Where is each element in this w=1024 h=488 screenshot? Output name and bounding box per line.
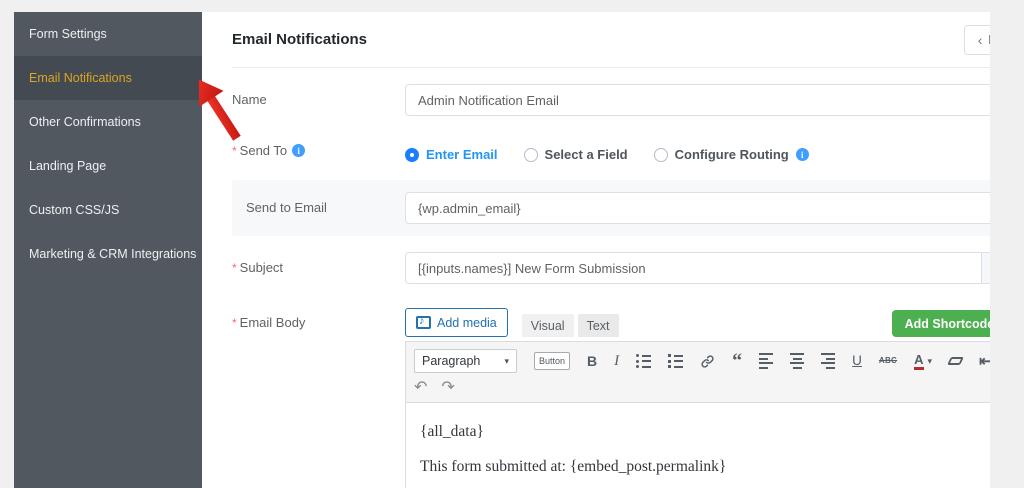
italic-icon[interactable]: I (614, 353, 619, 369)
send-to-radio-group: Enter Email Select a Field Configure Rou… (405, 143, 990, 162)
name-field-row: Name (232, 84, 990, 116)
bullet-list-icon[interactable] (636, 354, 652, 368)
align-right-icon[interactable] (821, 353, 836, 369)
subject-field-row: *Subject ⋯ (232, 252, 990, 284)
sidebar-item-other-confirmations[interactable]: Other Confirmations (14, 100, 202, 144)
editor-controls: Add media Visual Text Add Shortcodes ∨ (405, 308, 990, 337)
numbered-list-icon[interactable] (668, 354, 684, 368)
required-asterisk: * (232, 144, 237, 158)
panel-header: Email Notifications ‹ Back (232, 12, 990, 68)
send-to-field-row: * Send To i Enter Email Select a Field C… (232, 143, 990, 162)
radio-selected-icon (405, 147, 419, 162)
align-left-icon[interactable] (759, 353, 774, 369)
name-input[interactable] (406, 85, 990, 115)
send-to-email-input-wrap (405, 192, 990, 224)
radio-select-a-field[interactable]: Select a Field (523, 147, 628, 162)
clear-formatting-icon[interactable] (947, 357, 964, 365)
add-media-label: Add media (437, 315, 497, 330)
chevron-down-icon: ▾ (927, 355, 933, 366)
radio-enter-email-label: Enter Email (426, 147, 498, 162)
sidebar-item-form-settings[interactable]: Form Settings (14, 12, 202, 56)
redo-icon[interactable]: ↷ (441, 380, 454, 396)
send-to-email-input[interactable] (406, 193, 990, 223)
name-input-wrap (405, 84, 990, 116)
link-icon[interactable] (700, 354, 715, 369)
back-button[interactable]: ‹ Back (963, 24, 990, 55)
undo-icon[interactable]: ↶ (414, 380, 427, 396)
required-asterisk: * (232, 261, 237, 275)
name-label: Name (232, 92, 267, 107)
settings-card: Form Settings Email Notifications Other … (14, 12, 990, 488)
editor-paragraph: {all_data} (420, 423, 484, 440)
info-icon[interactable]: i (292, 144, 306, 157)
send-to-email-row: Send to Email (232, 180, 990, 236)
subject-label: Subject (239, 260, 284, 275)
tab-visual[interactable]: Visual (521, 314, 574, 337)
text-color-icon[interactable]: A ▾ (914, 353, 932, 370)
radio-select-a-field-label: Select a Field (544, 147, 628, 162)
sidebar-item-email-notifications[interactable]: Email Notifications (14, 56, 202, 100)
text-color-letter: A (914, 353, 924, 370)
underline-icon[interactable]: U (852, 354, 862, 368)
bold-icon[interactable]: B (587, 354, 597, 368)
paragraph-format-select[interactable]: Paragraph ▾ (414, 349, 517, 373)
radio-unselected-icon (523, 147, 538, 162)
tab-text[interactable]: Text (577, 314, 619, 337)
add-shortcodes-button[interactable]: Add Shortcodes ∨ (891, 310, 990, 337)
editor-content[interactable]: {all_data} This form submitted at: {embe… (406, 403, 990, 488)
blockquote-icon[interactable]: “ (732, 351, 742, 371)
align-center-icon[interactable] (790, 353, 805, 369)
editor-mode-tabs: Visual Text (521, 314, 619, 337)
strikethrough-icon[interactable]: ABC (879, 357, 897, 365)
required-asterisk: * (232, 316, 237, 330)
chevron-left-icon: ‹ (977, 31, 983, 48)
back-label: Back (988, 33, 990, 47)
email-body-label: Email Body (239, 315, 306, 330)
radio-configure-routing-label: Configure Routing (674, 147, 789, 162)
insert-button-button[interactable]: Button (534, 352, 571, 370)
page-title: Email Notifications (232, 31, 368, 48)
add-shortcodes-label: Add Shortcodes (904, 316, 990, 331)
subject-input[interactable] (406, 253, 982, 283)
send-to-email-label: Send to Email (246, 200, 327, 215)
info-icon[interactable]: i (795, 148, 809, 161)
rich-text-editor: Paragraph ▾ Button B I “ U ABC A ▾ ⇤ ↶ ↷… (405, 341, 990, 488)
editor-paragraph: This form submitted at: {embed_post.perm… (420, 458, 727, 475)
sidebar-item-landing-page[interactable]: Landing Page (14, 144, 202, 188)
outdent-icon[interactable]: ⇤ (979, 354, 990, 369)
email-body-field-row: *Email Body Add media Visual Text Add Sh… (232, 308, 990, 488)
editor-toolbar: Paragraph ▾ Button B I “ U ABC A ▾ ⇤ ↶ ↷ (406, 342, 990, 403)
chevron-down-icon: ▾ (504, 355, 509, 366)
radio-configure-routing[interactable]: Configure Routing i (653, 147, 809, 162)
send-to-label: Send To (239, 143, 288, 158)
email-notifications-panel: Email Notifications ‹ Back Name *Send To… (202, 12, 990, 488)
add-media-button[interactable]: Add media (405, 308, 508, 337)
media-icon (416, 315, 431, 329)
subject-input-wrap: ⋯ (405, 252, 990, 284)
paragraph-format-value: Paragraph (422, 354, 481, 368)
radio-enter-email[interactable]: Enter Email (405, 147, 498, 162)
more-options-icon[interactable]: ⋯ (981, 253, 990, 283)
settings-sidebar: Form Settings Email Notifications Other … (14, 12, 202, 488)
sidebar-item-custom-css-js[interactable]: Custom CSS/JS (14, 188, 202, 232)
radio-unselected-icon (653, 147, 668, 162)
sidebar-item-marketing-crm[interactable]: Marketing & CRM Integrations (14, 232, 202, 276)
